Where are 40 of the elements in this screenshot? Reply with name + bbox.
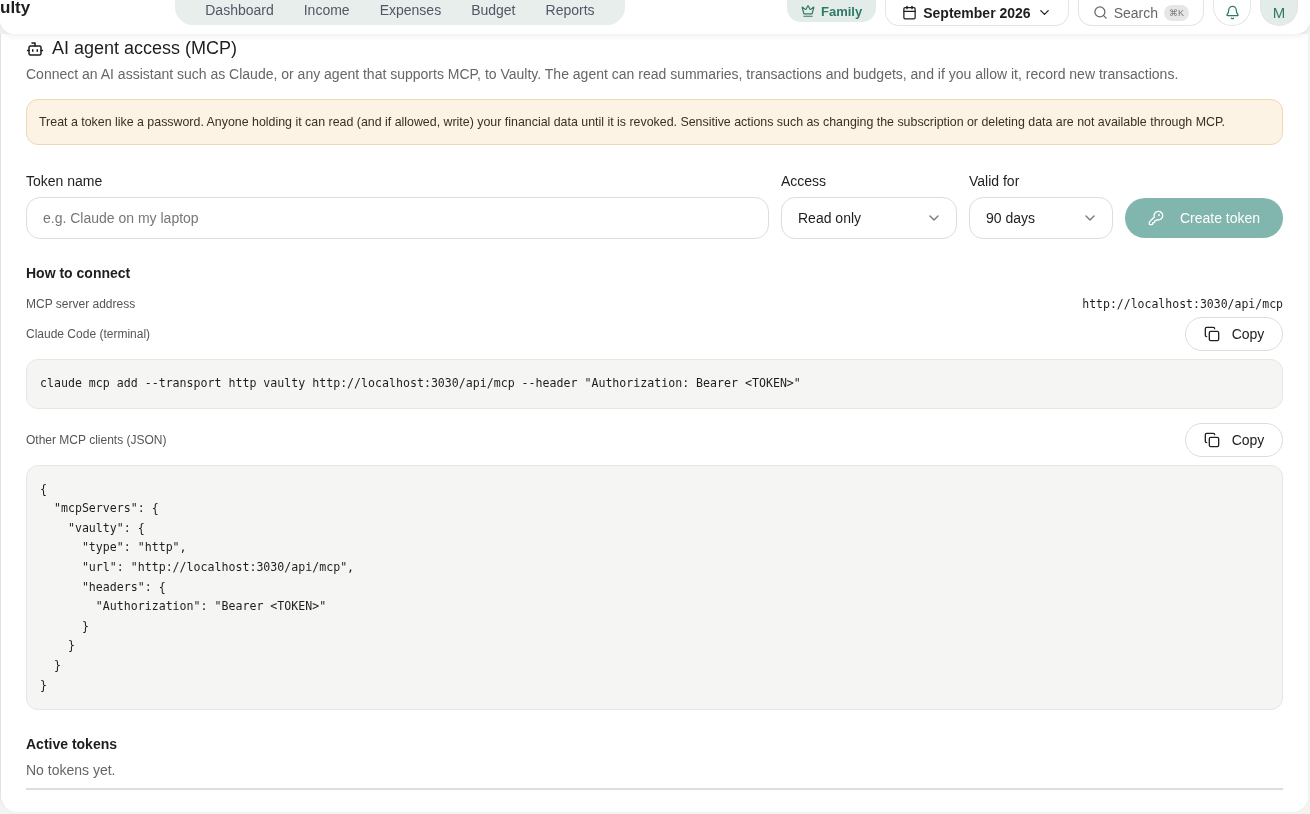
access-select[interactable]: Read only [781,197,957,239]
field-label: Token name [26,173,104,189]
section-title: AI agent access (MCP) [52,38,238,59]
field-label: Valid for [969,173,1021,189]
crown-icon [801,4,816,18]
subsection-title: How to connect [26,265,132,281]
key-icon [1147,210,1164,226]
token-name-input[interactable]: e.g. Claude on my laptop [26,197,769,239]
search-button[interactable]: Search ⌘K [1077,0,1204,26]
bell-icon [1224,5,1240,20]
plan-badge: Family [787,0,877,22]
subsection-title: Active tokens [26,736,119,753]
validity-select[interactable]: 90 days [969,197,1113,239]
calendar-icon [902,5,918,20]
server-address-label: MCP server address [26,297,136,311]
search-icon [1092,5,1108,20]
copy-icon [1203,431,1220,448]
avatar[interactable]: M [1260,0,1298,26]
server-url: http://localhost:3030/api/mcp [1082,297,1283,311]
snippet-label: Other MCP clients (JSON) [26,432,167,447]
month-picker[interactable]: September 2026 [885,0,1069,26]
robot-icon [26,39,44,58]
nav-tab[interactable]: Budget [459,1,528,19]
copy-icon [1203,326,1220,342]
nav-tab[interactable]: Reports [533,1,607,19]
warning-banner: Treat a token like a password. Anyone holding it can read (and if allowed, write) your financial data until it is revoked. Sensitive actions such as changing the subscription or deleting data are not available through MCP. [26,99,1283,145]
section-description: Connect an AI assistant such as Claude, or any agent that supports MCP, to Vaulty. The agent can read summaries, transactions and budgets, and if you allow it, record new transactions. [26,66,1180,82]
field-label: Access [781,173,828,189]
snippet-label: Claude Code (terminal) [26,327,151,341]
code-block: claude mcp add --transport http vaulty http://localhost:3030/api/mcp --header "Authorization: Bearer <TOKEN>" [26,359,1283,409]
app-logo: ulty [0,0,31,18]
code-block: { "mcpServers": { "vaulty": { "type": "http", "url": "http://localhost:3030/api/mcp", "headers": { "Authorization": "Bearer <TOKEN>" } } } } [26,464,1283,711]
nav-tab[interactable]: Income [291,1,362,19]
copy-button[interactable]: Copy [1185,317,1283,351]
copy-button[interactable]: Copy [1185,422,1283,457]
empty-message: No tokens yet. [26,762,1283,791]
nav-tab[interactable]: Expenses [367,1,454,19]
nav-tab[interactable]: Dashboard [193,1,286,19]
shortcut-badge: ⌘K [1164,4,1189,21]
notifications-button[interactable] [1213,0,1251,26]
